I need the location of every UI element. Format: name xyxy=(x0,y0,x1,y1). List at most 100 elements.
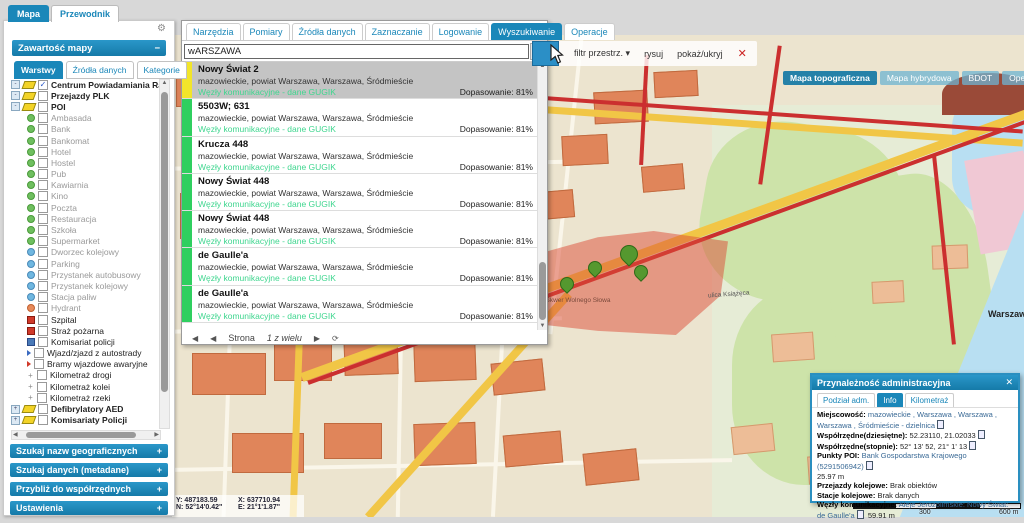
tree-item[interactable]: +Kilometraż kolei xyxy=(11,381,159,392)
basemap-topographic[interactable]: Mapa topograficzna xyxy=(783,71,877,85)
tree-item[interactable]: Hydrant xyxy=(11,303,159,314)
tab-zrodla-danych[interactable]: Źródła danych xyxy=(292,23,363,40)
tab-kategorie[interactable]: Kategorie xyxy=(137,61,187,79)
expand-icon[interactable]: - xyxy=(11,91,20,100)
scroll-up-icon[interactable]: ▲ xyxy=(160,80,169,86)
layer-checkbox[interactable] xyxy=(38,404,48,414)
tree-item[interactable]: Poczta xyxy=(11,202,159,213)
search-input[interactable] xyxy=(184,44,529,59)
copy-icon[interactable] xyxy=(969,441,976,450)
search-result[interactable]: de Gaulle'a mazowieckie, powiat Warszawa… xyxy=(182,248,547,285)
expand-icon[interactable]: + xyxy=(11,405,20,414)
tab-kilometraz[interactable]: Kilometraż xyxy=(905,393,955,407)
tree-horizontal-scrollbar[interactable]: ◀ ▶ xyxy=(11,430,161,440)
layer-checkbox[interactable] xyxy=(34,348,44,358)
accordion-szukaj-danych[interactable]: Szukaj danych (metadane)+ xyxy=(10,463,168,477)
plus-icon[interactable]: + xyxy=(157,446,162,456)
layer-checkbox[interactable] xyxy=(37,382,47,392)
tree-vertical-scrollbar[interactable]: ▲ xyxy=(159,79,170,429)
layer-checkbox[interactable] xyxy=(38,292,48,302)
tree-item[interactable]: Hotel xyxy=(11,146,159,157)
tab-logowanie[interactable]: Logowanie xyxy=(432,23,490,40)
accordion-szukaj-nazw[interactable]: Szukaj nazw geograficznych+ xyxy=(10,444,168,458)
scrollbar-thumb[interactable] xyxy=(161,92,168,392)
tree-item[interactable]: Kino xyxy=(11,191,159,202)
search-result[interactable]: Nowy Świat 448 mazowieckie, powiat Warsz… xyxy=(182,174,547,211)
tree-item[interactable]: +Kilometraż drogi xyxy=(11,370,159,381)
tree-item[interactable]: Przystanek autobusowy xyxy=(11,269,159,280)
tab-info[interactable]: Info xyxy=(877,393,902,407)
tab-zrodla-danych[interactable]: Źródła danych xyxy=(66,61,134,79)
layer-checkbox[interactable] xyxy=(38,315,48,325)
tree-item[interactable]: Stacja paliw xyxy=(11,292,159,303)
tree-item[interactable]: Parking xyxy=(11,258,159,269)
layer-checkbox[interactable] xyxy=(38,281,48,291)
layer-checkbox[interactable] xyxy=(38,158,48,168)
scroll-down-icon[interactable]: ▼ xyxy=(538,323,547,329)
scroll-left-icon[interactable]: ◀ xyxy=(13,431,18,439)
layer-checkbox[interactable] xyxy=(38,415,48,425)
first-page-icon[interactable]: ◀ xyxy=(192,334,198,343)
pan-tool-button[interactable] xyxy=(532,41,559,66)
tree-item[interactable]: +Defibrylatory AED xyxy=(11,403,159,414)
layer-checkbox[interactable] xyxy=(34,359,44,369)
tab-operacje[interactable]: Operacje xyxy=(564,23,615,40)
copy-icon[interactable] xyxy=(937,420,944,429)
tree-item[interactable]: Dworzec kolejowy xyxy=(11,247,159,258)
search-result[interactable]: Nowy Świat 448 mazowieckie, powiat Warsz… xyxy=(182,211,547,248)
layer-checkbox[interactable] xyxy=(38,180,48,190)
scrollbar-thumb[interactable] xyxy=(26,432,136,438)
tree-item[interactable]: Straż pożarna xyxy=(11,325,159,336)
layer-checkbox[interactable] xyxy=(38,303,48,313)
layer-checkbox[interactable] xyxy=(38,270,48,280)
layer-checkbox[interactable] xyxy=(38,91,48,101)
tab-pomiary[interactable]: Pomiary xyxy=(243,23,290,40)
tree-item[interactable]: -POI xyxy=(11,101,159,112)
layer-checkbox[interactable] xyxy=(38,236,48,246)
layer-checkbox[interactable] xyxy=(37,370,47,380)
tree-item[interactable]: Bank xyxy=(11,124,159,135)
layer-checkbox[interactable] xyxy=(38,169,48,179)
tab-podzial-adm[interactable]: Podział adm. xyxy=(817,393,875,407)
tree-item[interactable]: Pub xyxy=(11,169,159,180)
scrollbar-thumb[interactable] xyxy=(539,262,546,320)
tree-item[interactable]: -Przejazdy PLK xyxy=(11,90,159,101)
close-icon[interactable]: ✕ xyxy=(1005,377,1013,388)
tab-narzedzia[interactable]: Narzędzia xyxy=(186,23,241,40)
tree-item[interactable]: Kawiarnia xyxy=(11,180,159,191)
layer-checkbox[interactable] xyxy=(38,191,48,201)
tree-item[interactable]: Bankomat xyxy=(11,135,159,146)
tab-przewodnik[interactable]: Przewodnik xyxy=(51,5,119,22)
layer-checkbox[interactable] xyxy=(37,393,47,403)
tree-item[interactable]: +Kilometraż rzeki xyxy=(11,392,159,403)
results-scrollbar[interactable]: ▲ ▼ xyxy=(537,62,547,330)
tree-item[interactable]: Restauracja xyxy=(11,213,159,224)
layer-checkbox[interactable] xyxy=(38,259,48,269)
layer-checkbox[interactable] xyxy=(38,113,48,123)
tree-item[interactable]: +Komisariaty Policji xyxy=(11,415,159,426)
layer-checkbox[interactable] xyxy=(38,326,48,336)
layer-checkbox-checked[interactable]: ✓ xyxy=(38,80,48,90)
layer-checkbox[interactable] xyxy=(38,102,48,112)
expand-icon[interactable]: - xyxy=(11,80,20,89)
layer-checkbox[interactable] xyxy=(38,203,48,213)
basemap-bdot[interactable]: BDOT xyxy=(962,71,1000,85)
search-result[interactable]: 5503W; 631 mazowieckie, powiat Warszawa,… xyxy=(182,99,547,136)
refresh-icon[interactable]: ⟳ xyxy=(332,334,339,343)
expand-icon[interactable]: + xyxy=(11,416,20,425)
search-result[interactable]: Krucza 448 mazowieckie, powiat Warszawa,… xyxy=(182,137,547,174)
layer-checkbox[interactable] xyxy=(38,147,48,157)
layer-checkbox[interactable] xyxy=(38,247,48,257)
accordion-przybliz[interactable]: Przybliż do współrzędnych+ xyxy=(10,482,168,496)
plus-icon[interactable]: + xyxy=(157,503,162,513)
plus-icon[interactable]: + xyxy=(157,465,162,475)
tab-mapa[interactable]: Mapa xyxy=(8,5,49,22)
layer-checkbox[interactable] xyxy=(38,214,48,224)
tree-item[interactable]: Supermarket xyxy=(11,236,159,247)
copy-icon[interactable] xyxy=(978,430,985,439)
basemap-osm[interactable]: Open Street Map xyxy=(1002,71,1024,85)
layer-checkbox[interactable] xyxy=(38,124,48,134)
copy-icon[interactable] xyxy=(857,510,864,519)
tree-item[interactable]: Ambasada xyxy=(11,113,159,124)
draw-button[interactable]: rysuj xyxy=(644,49,663,59)
